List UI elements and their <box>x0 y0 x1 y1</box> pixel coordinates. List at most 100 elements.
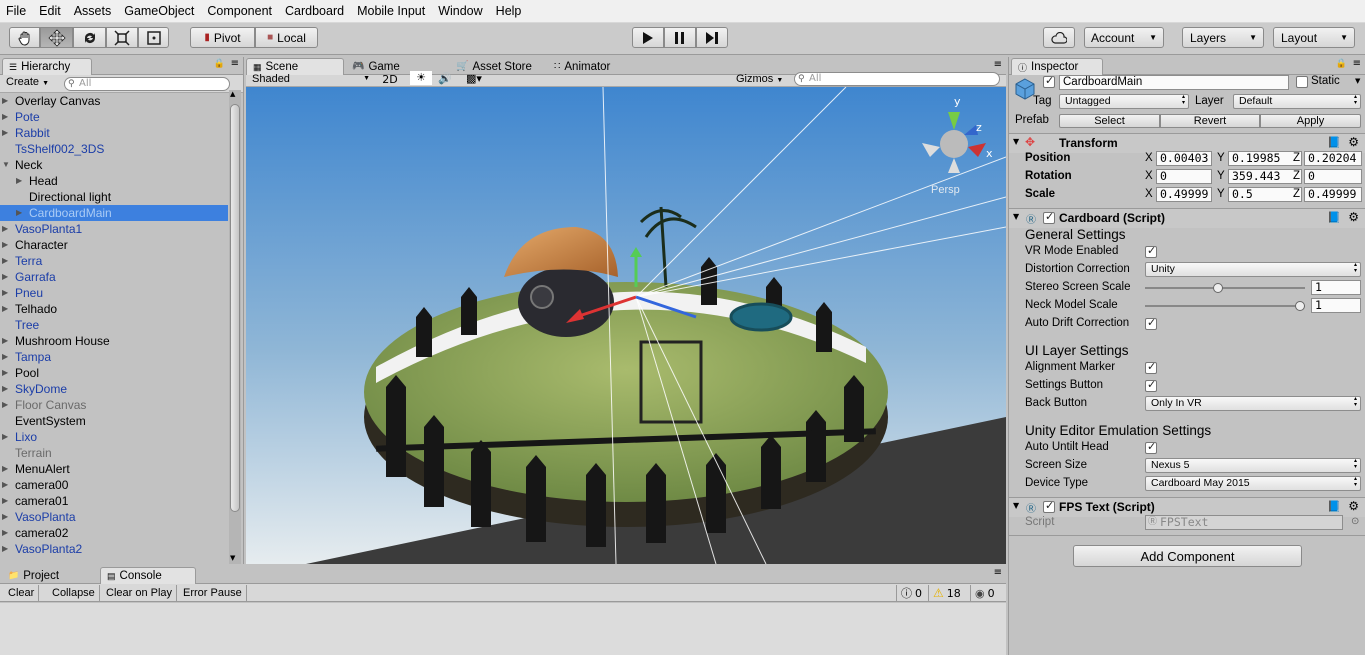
panel-menu-icon[interactable]: ≡ <box>994 59 1002 70</box>
rotation-z-field[interactable]: 0 <box>1304 169 1362 184</box>
error-count-toggle[interactable]: ◉ 0 <box>970 585 995 601</box>
console-clear-button[interactable]: Clear <box>4 585 40 601</box>
add-component-button[interactable]: Add Component <box>1073 545 1302 567</box>
info-count-toggle[interactable]: ⓘ 0 <box>896 585 922 601</box>
vr-mode-checkbox[interactable] <box>1145 244 1157 258</box>
tag-dropdown[interactable]: Untagged <box>1059 94 1189 109</box>
cardboard-script-header[interactable]: ▼ Ⓡ Cardboard (Script) 📘 ⚙ <box>1009 208 1365 228</box>
pivot-toggle[interactable]: ▮ Pivot <box>190 27 255 48</box>
hierarchy-item[interactable]: ▶ Lixo <box>0 429 228 445</box>
hand-tool-button[interactable] <box>9 27 40 48</box>
foldout-closed-icon[interactable]: ▶ <box>2 429 8 445</box>
hierarchy-item[interactable]: ▶ Terra <box>0 253 228 269</box>
lighting-toggle-icon[interactable]: ☀ <box>410 71 432 85</box>
2d-toggle[interactable]: 2D <box>378 73 402 86</box>
menu-help[interactable]: Help <box>496 4 522 18</box>
menu-gameobject[interactable]: GameObject <box>124 4 194 18</box>
foldout-closed-icon[interactable]: ▶ <box>2 221 8 237</box>
hierarchy-item[interactable]: ▶ VasoPlanta <box>0 509 228 525</box>
foldout-closed-icon[interactable]: ▶ <box>16 205 22 221</box>
caret-down-icon[interactable]: ▼ <box>1355 77 1360 85</box>
audio-toggle-icon[interactable]: 🔊 <box>438 72 452 85</box>
hierarchy-item[interactable]: Tree <box>0 317 228 333</box>
neck-scale-slider[interactable] <box>1145 301 1305 311</box>
menu-mobile-input[interactable]: Mobile Input <box>357 4 425 18</box>
hierarchy-item[interactable]: ▶ SkyDome <box>0 381 228 397</box>
layers-dropdown[interactable]: Layers ▼ <box>1182 27 1264 48</box>
tab-hierarchy[interactable]: ☰ Hierarchy <box>2 58 92 75</box>
foldout-closed-icon[interactable]: ▶ <box>2 477 8 493</box>
gear-icon[interactable]: ⚙ <box>1348 210 1359 224</box>
scale-z-field[interactable]: 0.49999 <box>1304 187 1362 202</box>
help-book-icon[interactable]: 📘 <box>1327 211 1341 224</box>
foldout-closed-icon[interactable]: ▶ <box>2 125 8 141</box>
tab-animator[interactable]: ∷ Animator <box>548 58 638 75</box>
play-button[interactable] <box>632 27 664 48</box>
lock-icon[interactable]: 🔒 <box>214 59 225 69</box>
foldout-closed-icon[interactable]: ▶ <box>2 269 8 285</box>
distortion-dropdown[interactable]: Unity <box>1145 262 1361 277</box>
tab-project[interactable]: 📁 Project <box>2 567 94 584</box>
rotation-x-field[interactable]: 0 <box>1156 169 1212 184</box>
rotation-y-field[interactable]: 359.443 <box>1228 169 1302 184</box>
settings-button-checkbox[interactable] <box>1145 378 1157 392</box>
lock-icon[interactable]: 🔒 <box>1336 59 1347 69</box>
hierarchy-item[interactable]: ▶ camera00 <box>0 477 228 493</box>
scroll-down-icon[interactable]: ▼ <box>230 554 235 562</box>
slider-thumb[interactable] <box>1295 301 1305 311</box>
foldout-closed-icon[interactable]: ▶ <box>2 237 8 253</box>
warning-count-toggle[interactable]: ⚠ 18 <box>928 585 961 601</box>
foldout-closed-icon[interactable]: ▶ <box>2 109 8 125</box>
pause-button[interactable] <box>664 27 696 48</box>
foldout-closed-icon[interactable]: ▶ <box>2 493 8 509</box>
hierarchy-item[interactable]: ▶ Pool <box>0 365 228 381</box>
scroll-thumb[interactable] <box>230 104 240 512</box>
hierarchy-item[interactable]: ▶ Pneu <box>0 285 228 301</box>
layer-dropdown[interactable]: Default <box>1233 94 1361 109</box>
hierarchy-item[interactable]: ▶ Overlay Canvas <box>0 93 228 109</box>
hierarchy-item[interactable]: ▶ VasoPlanta2 <box>0 541 228 557</box>
create-dropdown[interactable]: Create ▼ <box>6 76 49 88</box>
cardboard-enabled-checkbox[interactable] <box>1043 210 1055 224</box>
hierarchy-item[interactable]: ▶ VasoPlanta1 <box>0 221 228 237</box>
menu-window[interactable]: Window <box>438 4 482 18</box>
hierarchy-item[interactable]: ▶ Telhado <box>0 301 228 317</box>
hierarchy-item[interactable]: ▶ Head <box>0 173 228 189</box>
position-z-field[interactable]: 0.20204 <box>1304 151 1362 166</box>
auto-untilt-checkbox[interactable] <box>1145 440 1157 454</box>
cloud-button[interactable] <box>1043 27 1075 48</box>
foldout-closed-icon[interactable]: ▶ <box>2 397 8 413</box>
gizmos-dropdown[interactable]: Gizmos ▼ <box>736 73 783 85</box>
hierarchy-item[interactable]: TsShelf002_3DS <box>0 141 228 157</box>
foldout-closed-icon[interactable]: ▶ <box>16 173 22 189</box>
panel-menu-icon[interactable]: ≡ <box>994 567 1002 578</box>
screen-size-dropdown[interactable]: Nexus 5 <box>1145 458 1361 473</box>
object-picker-icon[interactable]: ⊙ <box>1351 516 1359 527</box>
prefab-revert-button[interactable]: Revert <box>1160 114 1260 128</box>
hierarchy-item[interactable]: ▶ camera01 <box>0 493 228 509</box>
account-dropdown[interactable]: Account ▼ <box>1084 27 1164 48</box>
prefab-select-button[interactable]: Select <box>1059 114 1160 128</box>
stereo-scale-field[interactable]: 1 <box>1311 280 1361 295</box>
position-x-field[interactable]: 0.00403 <box>1156 151 1212 166</box>
neck-scale-field[interactable]: 1 <box>1311 298 1361 313</box>
tab-inspector[interactable]: ⓘ Inspector <box>1011 58 1103 75</box>
hierarchy-item[interactable]: ▶ Character <box>0 237 228 253</box>
stereo-scale-slider[interactable] <box>1145 283 1305 293</box>
console-collapse-button[interactable]: Collapse <box>48 585 100 601</box>
hierarchy-search-input[interactable]: ⚲ All <box>64 77 230 91</box>
foldout-closed-icon[interactable]: ▶ <box>2 253 8 269</box>
hierarchy-item[interactable]: ▶ Pote <box>0 109 228 125</box>
foldout-open-icon[interactable]: ▼ <box>2 157 10 173</box>
scene-viewport[interactable]: y z x Persp <box>246 87 1006 564</box>
tab-console[interactable]: ▤ Console <box>100 567 196 584</box>
auto-drift-checkbox[interactable] <box>1145 316 1157 330</box>
foldout-closed-icon[interactable]: ▶ <box>2 541 8 557</box>
foldout-closed-icon[interactable]: ▶ <box>2 509 8 525</box>
foldout-closed-icon[interactable]: ▶ <box>2 285 8 301</box>
active-checkbox[interactable] <box>1043 74 1055 88</box>
hierarchy-item[interactable]: Terrain <box>0 445 228 461</box>
gear-icon[interactable]: ⚙ <box>1348 499 1359 513</box>
menu-edit[interactable]: Edit <box>39 4 61 18</box>
scene-search-input[interactable]: ⚲ All <box>794 72 1000 86</box>
